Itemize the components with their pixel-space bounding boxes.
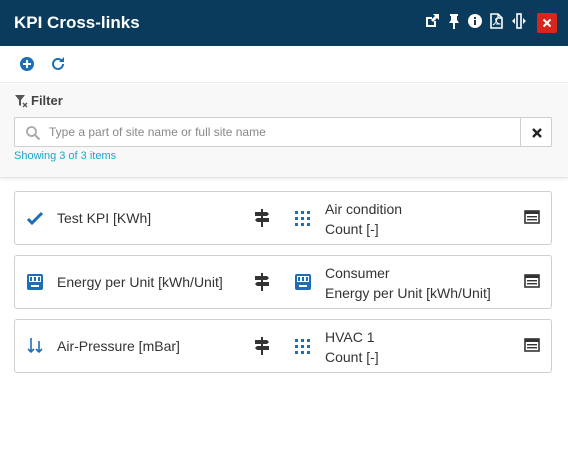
meter-icon: [26, 273, 44, 291]
clear-search-button[interactable]: [520, 117, 552, 147]
target-kpi: Count [-]: [325, 349, 379, 365]
crosslink-card: Test KPI [KWh] Air condition Count [-]: [14, 191, 552, 245]
signpost-icon[interactable]: [254, 273, 272, 291]
kpi-label: Test KPI [KWh]: [57, 210, 152, 226]
grid-icon: [294, 210, 312, 228]
close-icon: [542, 18, 552, 28]
signpost-icon[interactable]: [254, 209, 272, 227]
target-kpi: Energy per Unit [kWh/Unit]: [325, 285, 491, 301]
title-bar: KPI Cross-links: [0, 0, 568, 46]
toolbar: [0, 46, 568, 83]
close-button[interactable]: [537, 13, 557, 33]
item-count-text: Showing 3 of 3 items: [14, 150, 117, 162]
meter-icon: [294, 273, 312, 291]
search-input[interactable]: [49, 118, 509, 146]
filter-panel: Filter Showing 3 of 3 items: [0, 84, 568, 178]
grid-icon: [294, 338, 312, 356]
search-field[interactable]: [14, 117, 521, 147]
clear-icon: [532, 128, 542, 138]
refresh-icon[interactable]: [49, 55, 67, 73]
details-icon[interactable]: [524, 210, 542, 228]
window-title: KPI Cross-links: [14, 13, 140, 32]
target-name: Consumer: [325, 265, 390, 281]
crosslink-card: Air-Pressure [mBar] HVAC 1 Count [-]: [14, 319, 552, 373]
search-icon: [26, 126, 41, 141]
add-icon[interactable]: [18, 55, 36, 73]
signpost-icon[interactable]: [254, 337, 272, 355]
crosslink-card: Energy per Unit [kWh/Unit] Consumer Ener…: [14, 255, 552, 309]
filter-label: Filter: [31, 93, 63, 108]
target-name: Air condition: [325, 201, 403, 217]
check-icon: [26, 209, 44, 227]
details-icon[interactable]: [524, 338, 542, 356]
kpi-label: Air-Pressure [mBar]: [57, 338, 180, 354]
pressure-icon: [26, 337, 44, 355]
pin-icon[interactable]: [446, 13, 464, 31]
resize-icon[interactable]: [511, 13, 529, 31]
details-icon[interactable]: [524, 274, 542, 292]
target-name: HVAC 1: [325, 329, 375, 345]
external-link-icon[interactable]: [424, 13, 442, 31]
info-icon[interactable]: [467, 13, 485, 31]
filter-icon: [15, 95, 28, 108]
target-kpi: Count [-]: [325, 221, 379, 237]
pdf-icon[interactable]: [488, 13, 506, 31]
kpi-label: Energy per Unit [kWh/Unit]: [57, 274, 223, 290]
